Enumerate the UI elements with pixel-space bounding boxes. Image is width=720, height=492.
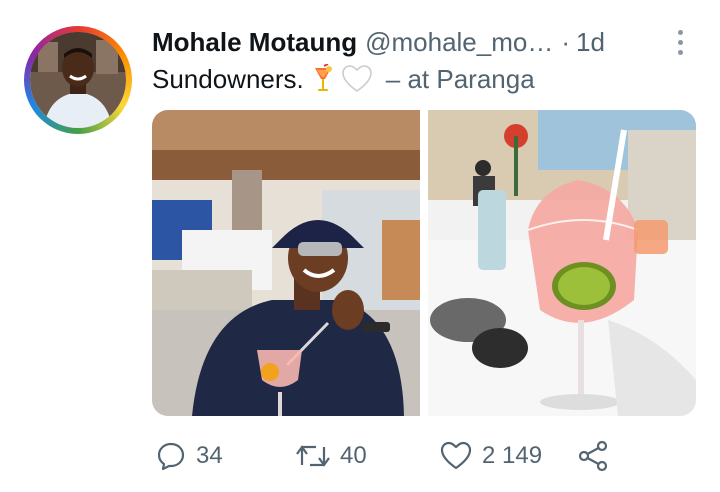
reply-button[interactable]: 34 bbox=[156, 432, 223, 480]
retweet-count: 40 bbox=[340, 442, 367, 469]
more-options-icon[interactable] bbox=[666, 26, 694, 58]
author-handle[interactable]: @mohale_mo… bbox=[365, 27, 553, 58]
like-button[interactable]: 2 149 bbox=[440, 432, 542, 480]
location-link[interactable]: – at Paranga bbox=[386, 64, 535, 95]
tweet-actions: 34 40 2 149 bbox=[152, 432, 692, 480]
reply-count: 34 bbox=[196, 442, 223, 469]
author-avatar[interactable] bbox=[24, 26, 132, 134]
photo-cocktail-glass[interactable] bbox=[428, 110, 696, 416]
tweet-header: Mohale Motaung @mohale_mo… · 1d bbox=[152, 26, 692, 58]
comment-icon bbox=[156, 441, 186, 471]
photo-man-with-drink[interactable] bbox=[152, 110, 420, 416]
author-name[interactable]: Mohale Motaung bbox=[152, 27, 357, 58]
tweet-body: Sundowners. bbox=[152, 63, 304, 94]
avatar-photo bbox=[30, 32, 126, 128]
like-count: 2 149 bbox=[482, 442, 543, 469]
retweet-icon bbox=[296, 441, 330, 471]
white-heart-emoji bbox=[341, 65, 372, 93]
share-button[interactable] bbox=[578, 432, 610, 480]
separator-dot: · bbox=[561, 26, 571, 57]
media-grid bbox=[152, 110, 696, 416]
tweet-text: Sundowners. – at Paranga bbox=[152, 62, 535, 96]
tropical-drink-emoji bbox=[312, 64, 334, 94]
tweet-timestamp[interactable]: 1d bbox=[576, 27, 605, 58]
heart-icon bbox=[440, 441, 472, 471]
share-icon bbox=[578, 440, 610, 472]
retweet-button[interactable]: 40 bbox=[296, 432, 367, 480]
